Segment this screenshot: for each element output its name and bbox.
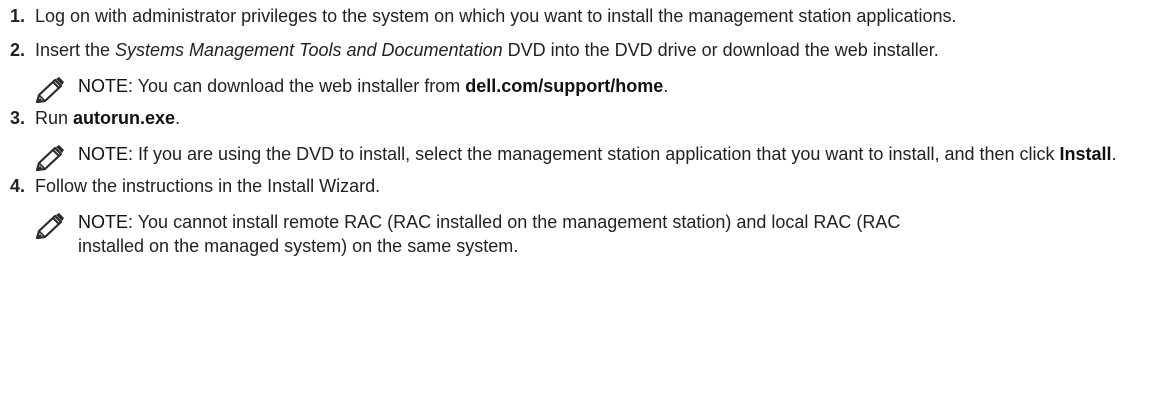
step-text: Run autorun.exe.: [35, 106, 1167, 130]
note: NOTE: You can download the web installer…: [35, 74, 1167, 103]
step-text-part: DVD into the DVD drive or download the w…: [502, 40, 939, 60]
pencil-note-icon: [35, 145, 64, 171]
note: NOTE: You cannot install remote RAC (RAC…: [35, 210, 1167, 258]
note-text: You can download the web installer from: [133, 76, 466, 96]
step-number: 4.: [10, 176, 26, 196]
document-page: 1. Log on with administrator privileges …: [0, 0, 1167, 416]
note-label: NOTE:: [78, 76, 134, 96]
note-text: If you are using the DVD to install, sel…: [133, 144, 1060, 164]
note-text: You cannot install remote RAC (RAC insta…: [78, 212, 901, 256]
pencil-note-icon: [35, 213, 64, 239]
file-name: autorun.exe: [73, 108, 176, 128]
step-number: 1.: [10, 6, 26, 26]
note-label: NOTE:: [78, 212, 134, 232]
note-label: NOTE:: [78, 144, 134, 164]
step-text-part: .: [175, 108, 181, 128]
note-text: .: [663, 76, 669, 96]
step-text-part: Insert the: [35, 40, 116, 60]
step-text: Log on with administrator privileges to …: [35, 6, 957, 26]
note: NOTE: If you are using the DVD to instal…: [35, 142, 1167, 171]
step-number: 2.: [10, 40, 26, 60]
procedure-steps: 1. Log on with administrator privileges …: [0, 4, 1167, 258]
note-text: .: [1111, 144, 1117, 164]
step-text-part: Run: [35, 108, 74, 128]
step-1: 1. Log on with administrator privileges …: [0, 4, 1167, 28]
pencil-note-icon: [35, 77, 64, 103]
step-text: Insert the Systems Management Tools and …: [35, 38, 1167, 62]
install-button-reference: Install: [1059, 144, 1112, 164]
document-title: Systems Management Tools and Documentati…: [115, 40, 503, 60]
step-3: 3. Run autorun.exe. NOTE: If you are usi…: [0, 106, 1167, 171]
step-2: 2. Insert the Systems Management Tools a…: [0, 38, 1167, 103]
step-number: 3.: [10, 108, 26, 128]
step-text: Follow the instructions in the Install W…: [35, 176, 381, 196]
support-url: dell.com/support/home: [465, 76, 664, 96]
step-4: 4. Follow the instructions in the Instal…: [0, 174, 1167, 258]
